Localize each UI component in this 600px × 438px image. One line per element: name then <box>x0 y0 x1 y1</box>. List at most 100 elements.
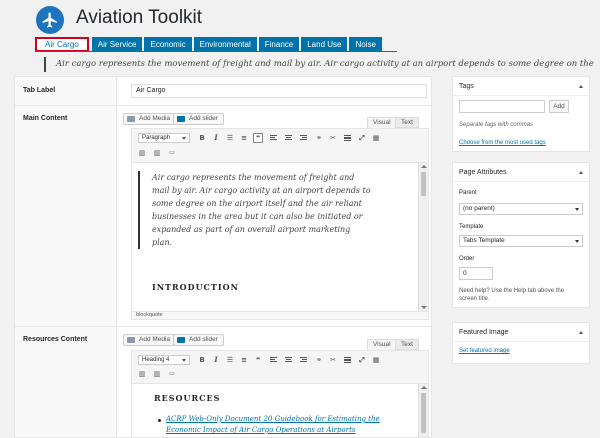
bold-icon[interactable]: B <box>198 134 206 142</box>
blockquote-icon[interactable]: ❝ <box>253 133 263 143</box>
align-center-icon[interactable] <box>285 357 292 363</box>
text-tab[interactable]: Text <box>395 339 419 350</box>
link-icon[interactable]: ⚭ <box>315 356 323 364</box>
add-media-button[interactable]: Add Media <box>123 113 177 125</box>
parent-select[interactable]: (no parent) <box>459 203 583 215</box>
main-content-label: Main Content <box>23 115 68 122</box>
tags-input[interactable] <box>459 100 545 113</box>
visual-tab[interactable]: Visual <box>367 117 397 128</box>
bq-line: plan. <box>152 238 173 247</box>
add-slider-button[interactable]: Add slider <box>173 334 224 346</box>
scroll-down-icon[interactable] <box>421 306 427 309</box>
tab-finance[interactable]: Finance <box>258 37 300 52</box>
read-more-icon[interactable] <box>344 357 351 363</box>
table-icon[interactable]: ▥ <box>138 149 146 157</box>
add-media-icon <box>127 337 135 343</box>
table-icon[interactable]: ▥ <box>138 370 146 378</box>
add-slider-label: Add slider <box>189 336 218 343</box>
slider-icon <box>177 116 185 122</box>
fullscreen-icon[interactable]: ⤢ <box>358 356 366 364</box>
tab-economic[interactable]: Economic <box>144 37 192 52</box>
tab-environmental[interactable]: Environmental <box>193 37 257 52</box>
read-more-icon[interactable] <box>344 135 351 141</box>
resource-link-line[interactable]: ACRP Web-Only Document 20 Guidebook for … <box>166 414 380 425</box>
main-editor-scrollbar[interactable] <box>418 163 428 311</box>
page-attributes-box: Page Attributes Parent (no parent) Templ… <box>452 162 590 308</box>
tab-noise[interactable]: Noise <box>349 37 382 52</box>
order-input[interactable]: 0 <box>459 267 493 280</box>
template-select[interactable]: Tabs Template <box>459 235 583 247</box>
featured-image-title: Featured Image <box>453 323 589 342</box>
editor-toolbar: Paragraph B I ☰ ≡ ❝ ⚭ ✂ ⤢ ▦ ▥ ▥ ▭ <box>132 129 428 163</box>
add-tag-button[interactable]: Add <box>549 100 569 113</box>
bullet-list-icon[interactable]: ☰ <box>226 356 234 364</box>
embed-icon[interactable]: ▭ <box>168 149 176 157</box>
add-slider-label: Add slider <box>189 115 218 122</box>
fullscreen-icon[interactable]: ⤢ <box>358 134 366 142</box>
resources-content-editor: Heading 4 B I ☰ ≡ ❝ ⚭ ✂ ⤢ ▦ ▥ ▥ ▭ RESOUR… <box>131 350 429 437</box>
parent-label: Parent <box>459 190 477 196</box>
text-tab[interactable]: Text <box>395 117 419 128</box>
tab-air-service[interactable]: Air Service <box>91 37 143 52</box>
add-media-label: Add Media <box>139 336 171 343</box>
numbered-list-icon[interactable]: ≡ <box>240 134 248 142</box>
resources-content-label: Resources Content <box>23 336 88 343</box>
add-media-button[interactable]: Add Media <box>123 334 177 346</box>
tab-land-use[interactable]: Land Use <box>301 37 348 52</box>
toolbar-toggle-icon[interactable]: ▦ <box>372 356 380 364</box>
tab-air-cargo[interactable]: Air Cargo <box>35 37 89 52</box>
tab-underline <box>35 51 397 52</box>
collapse-caret-icon[interactable] <box>579 171 583 174</box>
blockquote-icon[interactable]: ❝ <box>254 356 262 364</box>
align-right-icon[interactable] <box>300 135 307 141</box>
bold-icon[interactable]: B <box>198 356 206 364</box>
scroll-thumb[interactable] <box>421 172 426 196</box>
toolbar-toggle-icon[interactable]: ▦ <box>372 134 380 142</box>
scroll-up-icon[interactable] <box>421 386 427 389</box>
align-center-icon[interactable] <box>285 135 292 141</box>
row-divider <box>15 326 431 327</box>
add-slider-button[interactable]: Add slider <box>173 113 224 125</box>
collapse-caret-icon[interactable] <box>579 331 583 334</box>
numbered-list-icon[interactable]: ≡ <box>240 356 248 364</box>
bq-line: some degree on the airport itself and th… <box>152 199 362 208</box>
main-editor-content[interactable]: Air cargo represents the movement of fre… <box>132 163 418 311</box>
page-attributes-title: Page Attributes <box>453 163 589 182</box>
table-split-icon[interactable]: ▥ <box>153 370 161 378</box>
resources-heading: RESOURCES <box>154 393 221 403</box>
bullet-list-icon[interactable]: ☰ <box>226 134 234 142</box>
scroll-up-icon[interactable] <box>421 165 427 168</box>
align-left-icon[interactable] <box>270 357 277 363</box>
add-media-icon <box>127 116 135 122</box>
unlink-icon[interactable]: ✂ <box>329 134 337 142</box>
tags-box: Tags Add Separate tags with commas Choos… <box>452 76 590 152</box>
italic-icon[interactable]: I <box>212 356 220 364</box>
resource-link[interactable]: ACRP Web-Only Document 20 Guidebook for … <box>166 414 380 436</box>
resources-editor-content[interactable]: RESOURCES ACRP Web-Only Document 20 Guid… <box>132 384 418 437</box>
align-left-icon[interactable] <box>270 135 277 141</box>
table-split-icon[interactable]: ▥ <box>153 149 161 157</box>
content-blockquote: Air cargo represents the movement of fre… <box>138 171 408 249</box>
italic-icon[interactable]: I <box>212 134 220 142</box>
most-used-tags-link[interactable]: Choose from the most used tags <box>459 140 546 146</box>
embed-icon[interactable]: ▭ <box>168 370 176 378</box>
tags-title: Tags <box>453 77 589 96</box>
align-right-icon[interactable] <box>300 357 307 363</box>
format-select[interactable]: Paragraph <box>138 133 190 143</box>
resource-link-line[interactable]: Economic Impact of Air Cargo Operations … <box>166 425 380 436</box>
link-icon[interactable]: ⚭ <box>315 134 323 142</box>
slider-icon <box>177 337 185 343</box>
label-column <box>15 77 117 437</box>
featured-image-box: Featured Image Set featured image <box>452 322 590 364</box>
format-select[interactable]: Heading 4 <box>138 355 190 365</box>
airplane-logo-icon <box>36 6 64 34</box>
resources-editor-scrollbar[interactable] <box>418 384 428 437</box>
introduction-heading: INTRODUCTION <box>152 282 239 292</box>
bq-line: mail by air. Air cargo activity at an ai… <box>152 186 371 195</box>
visual-tab[interactable]: Visual <box>367 339 397 350</box>
set-featured-image-link[interactable]: Set featured image <box>459 348 510 354</box>
collapse-caret-icon[interactable] <box>579 85 583 88</box>
tab-label-input[interactable]: Air Cargo <box>131 84 427 98</box>
unlink-icon[interactable]: ✂ <box>329 356 337 364</box>
scroll-thumb[interactable] <box>421 393 426 433</box>
